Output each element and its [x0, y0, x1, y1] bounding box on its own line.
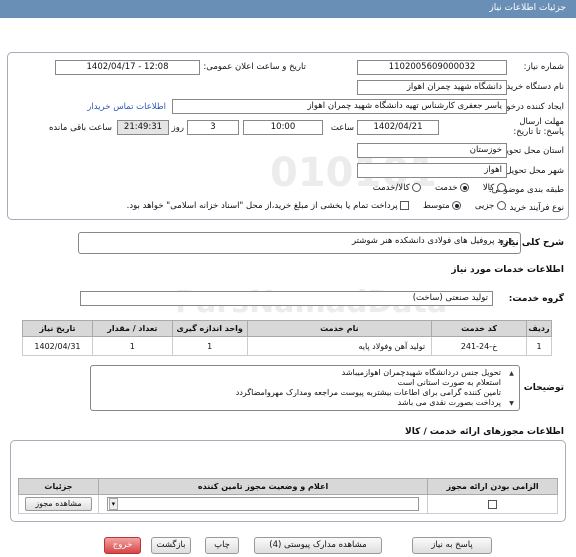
cell-service-name: تولید آهن وفولاد پایه	[246, 336, 433, 356]
category-radio-group: کالا خدمت کالا/خدمت	[373, 183, 506, 193]
attached-docs-button[interactable]: مشاهده مدارک پیوستی (4)	[254, 537, 382, 554]
permit-status-select[interactable]: ▾	[106, 497, 420, 511]
col-service-code: کد خدمت	[431, 320, 527, 337]
col-permit-status: اعلام و وضعیت مجوز تامین کننده	[97, 478, 429, 495]
print-button[interactable]: چاپ	[205, 537, 239, 554]
permits-table-header: جزئیات اعلام و وضعیت مجوز تامین کننده ال…	[18, 478, 558, 495]
service-group-label: گروه خدمت:	[508, 294, 564, 304]
col-permit-required: الزامی بودن ارائه مجوز	[427, 478, 558, 495]
items-table-header: تاریخ نیاز تعداد / مقدار واحد اندازه گیر…	[22, 320, 553, 337]
back-button[interactable]: بازگشت	[151, 537, 191, 554]
deadline-time-field: 10:00	[243, 120, 323, 135]
note-line: تامین کننده گرامی برای اطاعات بیشتربه پی…	[235, 388, 501, 397]
city-label: شهر محل تحویل:	[502, 166, 564, 176]
process-radio-group: جزیی متوسط پرداخت تمام یا بخشی از مبلغ خ…	[127, 201, 506, 211]
cell-permit-required	[427, 494, 558, 514]
need-number-label: شماره نیاز:	[523, 62, 564, 72]
permits-section-title: اطلاعات مجوزهای ارائه خدمت / کالا	[405, 427, 564, 437]
process-label: نوع فرآیند خرید :	[503, 203, 564, 213]
contact-buyer-link[interactable]: اطلاعات تماس خریدار	[87, 102, 166, 112]
cell-details: مشاهده مجوز	[18, 494, 99, 514]
cell-permit-status: ▾	[97, 494, 429, 514]
exit-button[interactable]: خروج	[104, 537, 141, 554]
chevron-down-icon[interactable]: ▾	[108, 498, 118, 510]
col-row-number: ردیف	[525, 320, 553, 337]
cell-quantity: 1	[91, 336, 173, 356]
need-number-field: 1102005609000032	[357, 60, 507, 75]
creator-field: یاسر جعفری کارشناس تهیه دانشگاه شهید چمر…	[172, 99, 507, 114]
services-section-title: اطلاعات خدمات مورد نیاز	[451, 265, 564, 275]
city-field: اهواز	[357, 163, 507, 178]
treasury-payment-option[interactable]: پرداخت تمام یا بخشی از مبلغ خرید،از محل …	[127, 201, 410, 211]
cell-row-number: 1	[525, 336, 553, 356]
process-option-medium[interactable]: متوسط	[423, 201, 462, 211]
view-permit-button[interactable]: مشاهده مجوز	[25, 497, 92, 511]
category-option-goods[interactable]: کالا	[483, 183, 506, 193]
radio-icon[interactable]	[497, 183, 506, 192]
radio-selected-icon[interactable]	[460, 183, 470, 192]
reply-to-need-button[interactable]: پاسخ به نیاز	[412, 537, 492, 554]
cell-service-code: خ-24-241	[431, 336, 527, 356]
announce-field: 1402/04/17 - 12:08	[55, 60, 200, 75]
page-title: جزئیات اطلاعات نیاز	[489, 3, 566, 13]
col-details: جزئیات	[18, 478, 99, 495]
radio-selected-icon[interactable]	[452, 201, 462, 210]
buyer-notes-box[interactable]: ▲ ▼ تحویل جنس دردانشگاه شهیدچمران اهوازمی…	[90, 365, 520, 411]
col-quantity: تعداد / مقدار	[91, 320, 173, 337]
remaining-label: ساعت باقی مانده	[48, 123, 112, 133]
col-service-name: نام خدمت	[246, 320, 433, 337]
buyer-label: نام دستگاه خریدار:	[497, 82, 564, 92]
note-line: تحویل جنس دردانشگاه شهیدچمران اهوازمیباش…	[341, 368, 501, 377]
announce-label: تاریخ و ساعت اعلان عمومی:	[203, 62, 306, 72]
days-remaining-field: 3	[187, 120, 239, 135]
items-table: تاریخ نیاز تعداد / مقدار واحد اندازه گیر…	[22, 320, 553, 356]
time-remaining-field: 21:49:31	[117, 120, 169, 135]
process-option-minor[interactable]: جزیی	[475, 201, 506, 211]
notes-scrollbar[interactable]: ▲ ▼	[507, 369, 516, 407]
cell-unit: 1	[171, 336, 248, 356]
permits-table: جزئیات اعلام و وضعیت مجوز تامین کننده ال…	[18, 478, 558, 514]
deadline-label: مهلت ارسال پاسخ: تا تاریخ:	[513, 117, 564, 137]
general-desc-box: خرید پروفیل های فولادی دانشکده هنر شوشتر	[78, 232, 521, 254]
note-line: استعلام به صورت استانی است	[397, 378, 501, 387]
table-row[interactable]: 1402/04/31 1 1 تولید آهن وفولاد پایه خ-2…	[22, 336, 553, 356]
category-option-goods-service[interactable]: کالا/خدمت	[373, 183, 422, 193]
table-row: مشاهده مجوز ▾	[18, 494, 558, 514]
deadline-date-field: 1402/04/21	[357, 120, 439, 135]
province-field: خوزستان	[357, 143, 507, 158]
note-line: پرداخت بصورت نقدی می باشد	[397, 398, 501, 407]
need-info-panel	[7, 52, 569, 220]
col-unit: واحد اندازه گیری	[171, 320, 248, 337]
category-option-service[interactable]: خدمت	[435, 183, 470, 193]
service-group-field: تولید صنعتی (ساخت)	[80, 291, 493, 306]
page-header: جزئیات اطلاعات نیاز	[0, 0, 576, 18]
radio-icon[interactable]	[497, 201, 506, 210]
cell-need-date: 1402/04/31	[22, 336, 93, 356]
radio-icon[interactable]	[412, 183, 422, 192]
buyer-field: دانشگاه شهید چمران اهواز	[357, 80, 507, 95]
checkbox-icon[interactable]	[400, 201, 410, 210]
col-need-date: تاریخ نیاز	[22, 320, 93, 337]
permit-required-checkbox[interactable]	[488, 499, 498, 509]
deadline-time-label: ساعت	[330, 123, 354, 133]
province-label: استان محل تحویل:	[497, 146, 564, 156]
